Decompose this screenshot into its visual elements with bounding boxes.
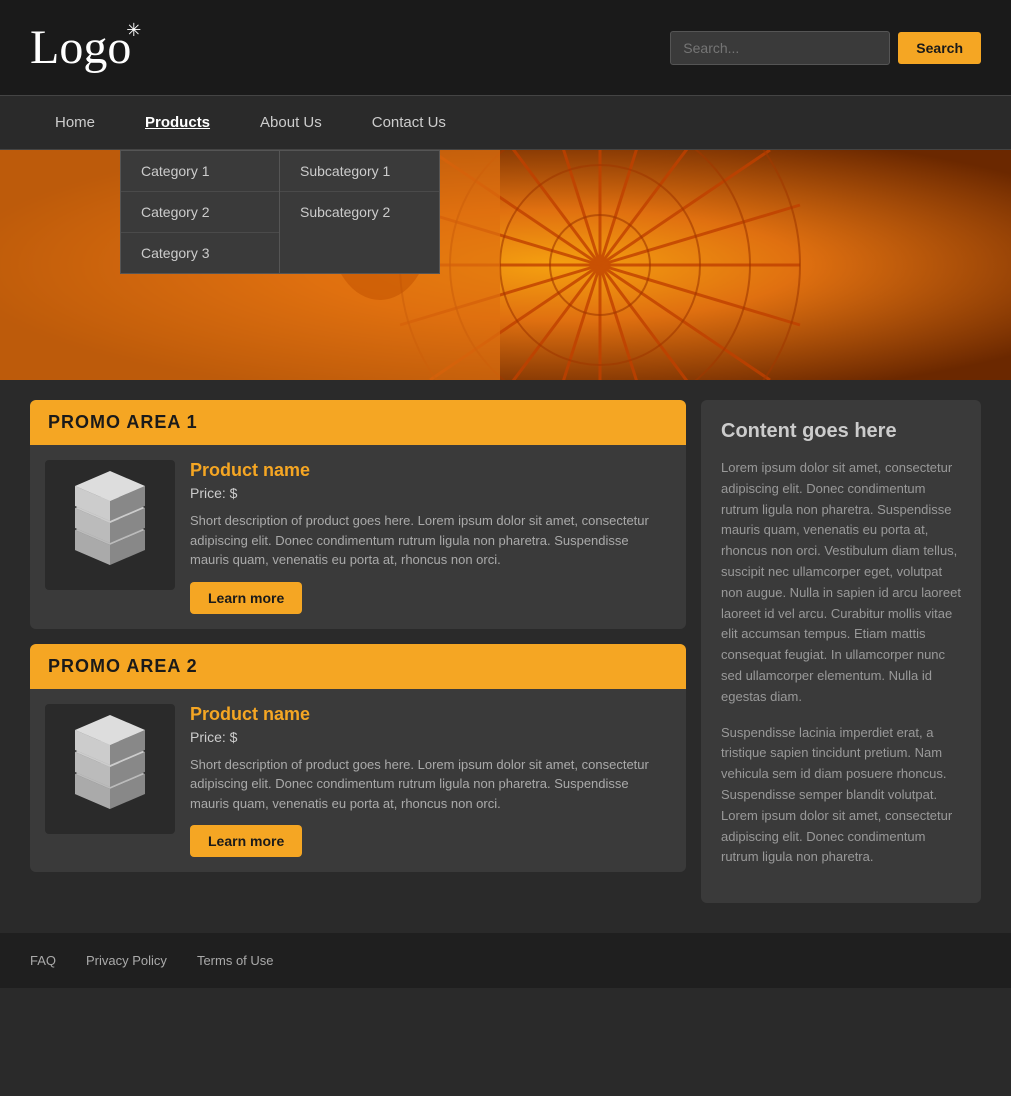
product-info-1: Product name Price: $ Short description …	[190, 460, 671, 614]
search-area: Search	[670, 31, 981, 65]
sidebar-text-1: Lorem ipsum dolor sit amet, consectetur …	[721, 458, 961, 708]
learn-more-button-2[interactable]: Learn more	[190, 825, 302, 857]
promo-title-1: PROMO AREA 1	[48, 412, 198, 432]
promo-column: PROMO AREA 1	[30, 400, 686, 903]
footer-faq[interactable]: FAQ	[30, 953, 56, 968]
products-dropdown: Category 1 Category 2 Category 3 Subcate…	[120, 150, 440, 274]
learn-more-button-1[interactable]: Learn more	[190, 582, 302, 614]
promo-title-2: PROMO AREA 2	[48, 656, 198, 676]
promo-area-2: PROMO AREA 2	[30, 644, 686, 873]
main-nav: Home Products Category 1 Category 2 Cate…	[0, 95, 1011, 150]
header: Logo✳ Search	[0, 0, 1011, 95]
product-name-1: Product name	[190, 460, 671, 481]
product-price-2: Price: $	[190, 729, 671, 745]
sidebar: Content goes here Lorem ipsum dolor sit …	[701, 400, 981, 903]
dropdown-col-2: Subcategory 1 Subcategory 2	[280, 150, 440, 274]
dropdown-subcategory-2[interactable]: Subcategory 2	[280, 192, 439, 232]
main-content: PROMO AREA 1	[0, 380, 1011, 923]
logo-star: ✳	[126, 20, 141, 41]
nav-about[interactable]: About Us	[235, 95, 347, 150]
promo-area-1: PROMO AREA 1	[30, 400, 686, 629]
footer: FAQ Privacy Policy Terms of Use	[0, 933, 1011, 988]
logo-text: Logo	[30, 21, 131, 74]
promo-body-1: Product name Price: $ Short description …	[30, 445, 686, 629]
footer-privacy[interactable]: Privacy Policy	[86, 953, 167, 968]
dropdown-col-1: Category 1 Category 2 Category 3	[120, 150, 280, 274]
footer-terms[interactable]: Terms of Use	[197, 953, 274, 968]
product-info-2: Product name Price: $ Short description …	[190, 704, 671, 858]
nav-contact[interactable]: Contact Us	[347, 95, 471, 150]
promo-body-2: Product name Price: $ Short description …	[30, 689, 686, 873]
promo-header-2: PROMO AREA 2	[30, 644, 686, 689]
search-input[interactable]	[670, 31, 890, 65]
dropdown-category-3[interactable]: Category 3	[121, 233, 279, 273]
product-image-1	[45, 460, 175, 590]
product-image-2	[45, 704, 175, 834]
nav-products-wrapper: Products Category 1 Category 2 Category …	[120, 95, 235, 150]
product-desc-1: Short description of product goes here. …	[190, 511, 671, 570]
nav-products[interactable]: Products	[120, 95, 235, 150]
product-price-1: Price: $	[190, 485, 671, 501]
product-desc-2: Short description of product goes here. …	[190, 755, 671, 814]
logo: Logo✳	[30, 20, 131, 75]
sidebar-text-2: Suspendisse lacinia imperdiet erat, a tr…	[721, 723, 961, 869]
dropdown-category-2[interactable]: Category 2	[121, 192, 279, 233]
product-name-2: Product name	[190, 704, 671, 725]
promo-header-1: PROMO AREA 1	[30, 400, 686, 445]
search-button[interactable]: Search	[898, 32, 981, 64]
sidebar-title: Content goes here	[721, 420, 961, 443]
nav-home[interactable]: Home	[30, 95, 120, 150]
dropdown-subcategory-1[interactable]: Subcategory 1	[280, 151, 439, 192]
dropdown-category-1[interactable]: Category 1	[121, 151, 279, 192]
